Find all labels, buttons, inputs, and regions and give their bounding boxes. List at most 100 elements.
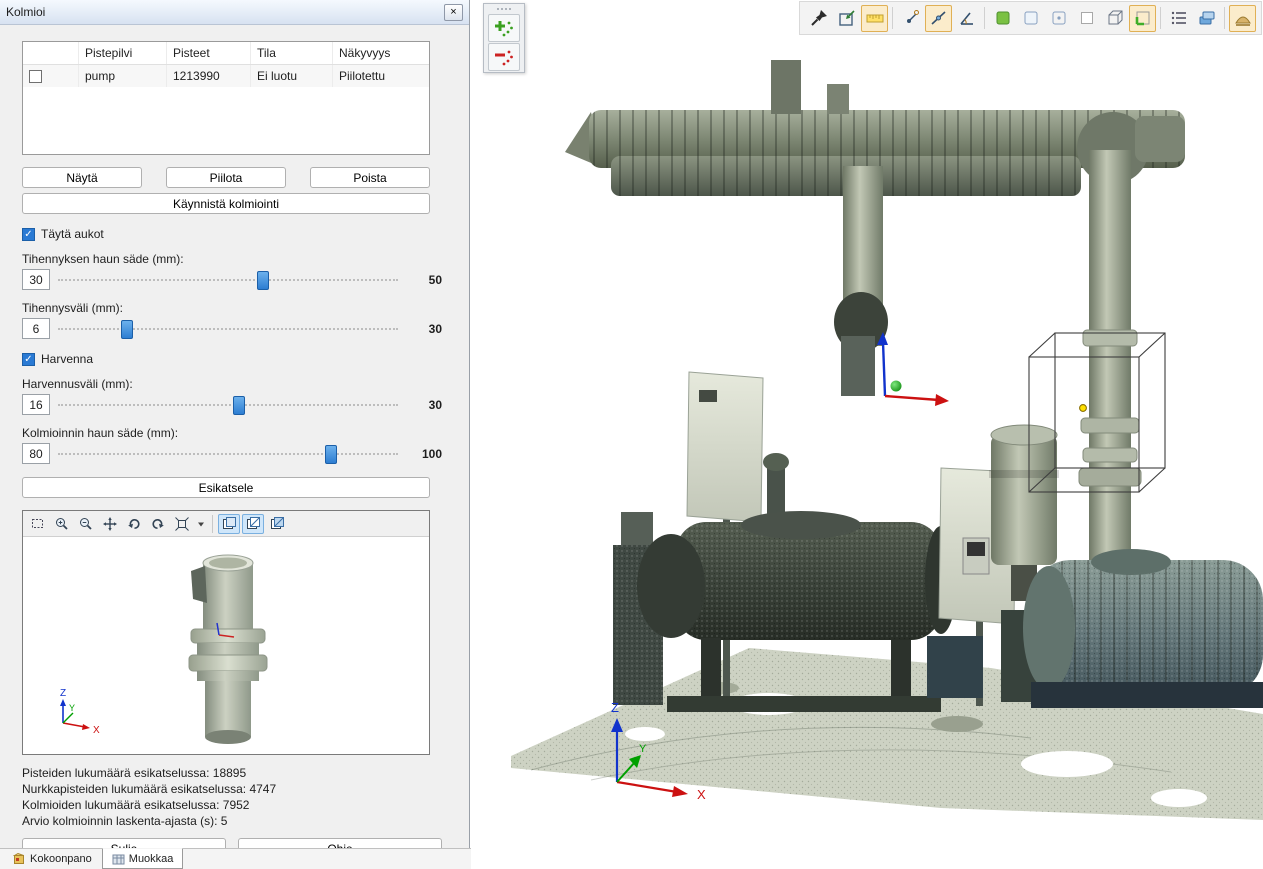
thin-checkbox[interactable] <box>22 353 35 366</box>
y-axis-label: Y <box>639 743 647 755</box>
triangulation-radius-value[interactable]: 80 <box>22 443 50 464</box>
toolbar-grip[interactable] <box>484 4 524 13</box>
remove-points-icon <box>493 46 515 68</box>
cube-view-button[interactable] <box>1101 5 1128 32</box>
zoom-out-button[interactable] <box>75 514 97 534</box>
slider-thumb[interactable] <box>233 396 245 415</box>
fill-holes-checkbox[interactable] <box>22 228 35 241</box>
toolbar-separator <box>984 7 985 29</box>
rotate-cw-button[interactable] <box>147 514 169 534</box>
header-visibility: Näkyvyys <box>333 42 429 64</box>
close-icon[interactable]: × <box>444 4 463 21</box>
add-points-button[interactable] <box>488 14 520 42</box>
snap-line-button[interactable] <box>925 5 952 32</box>
surface-button[interactable] <box>1229 5 1256 32</box>
rotate-ccw-button[interactable] <box>123 514 145 534</box>
pipe-vertical-center <box>834 166 888 396</box>
rotate-cw-icon <box>150 516 166 532</box>
list-button[interactable] <box>1165 5 1192 32</box>
clip-solid-button[interactable] <box>989 5 1016 32</box>
row-checkbox[interactable] <box>29 70 42 83</box>
show-button[interactable]: Näytä <box>22 167 142 188</box>
header-points: Pisteet <box>167 42 251 64</box>
remove-points-button[interactable] <box>488 43 520 71</box>
capture-region-icon <box>837 8 857 28</box>
solid-box-icon <box>993 8 1013 28</box>
header-checkbox-col <box>23 42 79 64</box>
thin-spacing-value[interactable]: 16 <box>22 394 50 415</box>
cube-3d-icon <box>1105 8 1125 28</box>
clip-box1-button[interactable] <box>1017 5 1044 32</box>
main-3d-viewport[interactable]: Z X Y <box>471 0 1263 869</box>
point-cloud-scene[interactable]: Z X Y <box>471 0 1263 869</box>
capture-region-button[interactable] <box>833 5 860 32</box>
header-state: Tila <box>251 42 333 64</box>
remove-button[interactable]: Poista <box>310 167 430 188</box>
snap-angle-icon <box>957 8 977 28</box>
clip-box2-button[interactable] <box>1045 5 1072 32</box>
origin-axes[interactable] <box>877 332 949 406</box>
zoom-extents-button[interactable] <box>171 514 193 534</box>
select-rect-button[interactable] <box>27 514 49 534</box>
show-mesh-icon <box>245 516 261 532</box>
layers-button[interactable] <box>1193 5 1220 32</box>
show-points-toggle[interactable] <box>218 514 240 534</box>
tab-label: Muokkaa <box>129 853 174 865</box>
edit-icon <box>112 853 125 865</box>
tab-muokkaa[interactable]: Muokkaa <box>102 848 184 869</box>
zoom-in-icon <box>54 516 70 532</box>
densify-radius-max: 50 <box>408 273 442 287</box>
zoom-out-icon <box>78 516 94 532</box>
header-pointcloud: Pistepilvi <box>79 42 167 64</box>
preview-z-label: Z <box>60 688 66 699</box>
show-shaded-toggle[interactable] <box>266 514 288 534</box>
table-row[interactable]: pump 1213990 Ei luotu Piilotettu <box>23 65 429 87</box>
preview-y-label: Y <box>69 703 75 713</box>
clip-box3-button[interactable] <box>1073 5 1100 32</box>
pan-icon <box>102 516 118 532</box>
slider-thumb[interactable] <box>325 445 337 464</box>
fill-holes-label: Täytä aukot <box>41 227 104 241</box>
rotate-ccw-icon <box>126 516 142 532</box>
densify-spacing-max: 30 <box>408 322 442 336</box>
start-triangulation-button[interactable]: Käynnistä kolmiointi <box>22 193 430 214</box>
densify-radius-value[interactable]: 30 <box>22 269 50 290</box>
triangulation-radius-label: Kolmioinnin haun säde (mm): <box>22 426 429 440</box>
preview-3d-view[interactable]: Z X Y <box>23 537 429 754</box>
densify-radius-slider[interactable] <box>58 269 398 290</box>
preview-axes-indicator: Z X Y <box>60 688 100 736</box>
snap-point-button[interactable] <box>897 5 924 32</box>
triangulation-radius-slider[interactable] <box>58 443 398 464</box>
slider-thumb[interactable] <box>121 320 133 339</box>
dialog-title: Kolmioi <box>6 5 45 19</box>
pin-button[interactable] <box>805 5 832 32</box>
slider-thumb[interactable] <box>257 271 269 290</box>
tab-kokoonpano[interactable]: Kokoonpano <box>3 849 102 869</box>
pan-button[interactable] <box>99 514 121 534</box>
stat-points: Pisteiden lukumäärä esikatselussa: 18895 <box>22 765 429 781</box>
toolbar-separator <box>892 7 893 29</box>
triangulate-dialog: Kolmioi × Pistepilvi Pisteet Tila Näkyvy… <box>0 0 470 869</box>
snap-point-icon <box>901 8 921 28</box>
dialog-titlebar[interactable]: Kolmioi × <box>0 0 469 25</box>
view-dropdown-button[interactable] <box>195 514 207 534</box>
preview-button[interactable]: Esikatsele <box>22 477 430 498</box>
snap-angle-button[interactable] <box>953 5 980 32</box>
section-box-button[interactable] <box>1129 5 1156 32</box>
viewport-toolbar <box>799 1 1262 35</box>
preview-x-label: X <box>93 725 100 736</box>
surface-icon <box>1233 8 1253 28</box>
zoom-extents-icon <box>174 516 190 532</box>
cell-state: Ei luotu <box>251 65 333 87</box>
zoom-in-button[interactable] <box>51 514 73 534</box>
x-axis-label: X <box>697 787 706 802</box>
densify-spacing-slider[interactable] <box>58 318 398 339</box>
hide-button[interactable]: Piilota <box>166 167 286 188</box>
measure-button[interactable] <box>861 5 888 32</box>
application-window: Kolmioi × Pistepilvi Pisteet Tila Näkyvy… <box>0 0 1263 869</box>
pushpin-icon <box>809 8 829 28</box>
toolbar-separator <box>1160 7 1161 29</box>
show-mesh-toggle[interactable] <box>242 514 264 534</box>
densify-spacing-value[interactable]: 6 <box>22 318 50 339</box>
thin-spacing-slider[interactable] <box>58 394 398 415</box>
